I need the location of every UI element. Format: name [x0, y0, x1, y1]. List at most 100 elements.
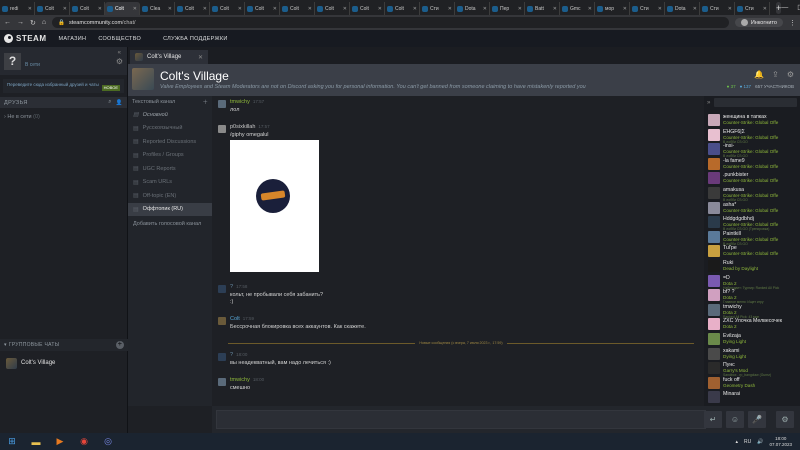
- member-item[interactable]: -la fame9 Counter-Strike: Global Offe: [708, 157, 800, 172]
- member-item[interactable]: =D Dota 2 Наблюдает: Турнир: Ranked All Pi…: [708, 274, 800, 290]
- media-player-icon[interactable]: ▶: [50, 434, 70, 449]
- message-author[interactable]: Colt: [230, 316, 240, 322]
- message-author[interactable]: p0sixkillah: [230, 124, 255, 130]
- collapse-icon[interactable]: «: [118, 50, 121, 56]
- message-avatar[interactable]: [218, 353, 226, 361]
- explorer-icon[interactable]: ▬: [26, 434, 46, 449]
- close-tab-icon[interactable]: ✕: [483, 6, 487, 12]
- browser-tab[interactable]: Colt ✕: [35, 2, 70, 15]
- member-item[interactable]: bf? ? Dota 2 Главное меню: Ищет игру: [708, 289, 800, 304]
- discord-icon[interactable]: ◎: [98, 434, 118, 449]
- add-friend-icon[interactable]: 👤: [116, 100, 123, 106]
- close-tab-icon[interactable]: ✕: [198, 54, 203, 61]
- chat-tab[interactable]: Colt's Village ✕: [130, 50, 208, 64]
- channel-item[interactable]: ▤ UGC Reports: [128, 162, 212, 176]
- close-tab-icon[interactable]: ✕: [378, 6, 382, 12]
- member-item[interactable]: ZXC Улочка Мелвесочек Dota 2: [708, 318, 800, 332]
- member-search-input[interactable]: [714, 98, 797, 107]
- language-indicator[interactable]: RU: [744, 439, 751, 445]
- channel-item[interactable]: ▤ Off-topic (EN): [128, 189, 212, 203]
- message-avatar[interactable]: [218, 317, 226, 325]
- browser-tab[interactable]: мор ✕: [595, 2, 630, 15]
- close-tab-icon[interactable]: ✕: [623, 6, 627, 12]
- member-item[interactable]: fuck off Geometry Dash: [708, 376, 800, 391]
- member-item[interactable]: -insi- Counter-Strike: Global Offe В лобби…: [708, 143, 800, 158]
- member-item[interactable]: tmwichy Dota 2 Ranked All Pick: 43 мин: [708, 303, 800, 319]
- channel-item[interactable]: ▤ Оффтопик (RU): [128, 202, 212, 216]
- browser-tab[interactable]: Сти ✕: [700, 2, 735, 15]
- close-tab-icon[interactable]: ✕: [63, 6, 67, 12]
- browser-tab[interactable]: Colt ✕: [70, 2, 105, 15]
- message-input[interactable]: [216, 410, 706, 429]
- browser-tab[interactable]: Colt ✕: [350, 2, 385, 15]
- browser-tab[interactable]: Colt ✕: [245, 2, 280, 15]
- close-tab-icon[interactable]: ✕: [28, 6, 32, 12]
- incognito-profile-button[interactable]: Инкогнито: [734, 18, 783, 27]
- browser-tab[interactable]: Colt ✕: [280, 2, 315, 15]
- close-tab-icon[interactable]: ✕: [448, 6, 452, 12]
- browser-tab[interactable]: redi ✕: [0, 2, 35, 15]
- message-author[interactable]: tmwichy: [230, 377, 250, 383]
- browser-tab[interactable]: Dota ✕: [665, 2, 700, 15]
- close-tab-icon[interactable]: ✕: [308, 6, 312, 12]
- close-tab-icon[interactable]: ✕: [98, 6, 102, 12]
- browser-tab[interactable]: Colt ✕: [315, 2, 350, 15]
- message-avatar[interactable]: [218, 378, 226, 386]
- message-avatar[interactable]: [218, 285, 226, 293]
- browser-tab[interactable]: Colt ✕: [210, 2, 245, 15]
- forward-icon[interactable]: →: [17, 19, 24, 26]
- close-tab-icon[interactable]: ✕: [133, 6, 137, 12]
- url-field[interactable]: 🔒 steamcommunity.com/chat/: [52, 17, 729, 28]
- settings-icon[interactable]: ⚙: [787, 70, 794, 79]
- clock[interactable]: 18:00 07.07.2023: [769, 436, 792, 448]
- volume-icon[interactable]: 🔊: [757, 439, 763, 445]
- chevron-down-icon[interactable]: ▾: [4, 342, 7, 348]
- member-item[interactable]: Hddgdgdbhdj Counter-Strike: Global Offe В …: [708, 216, 800, 231]
- promo-banner[interactable]: Переведите сюда избранный друзей и чаты …: [3, 79, 124, 93]
- member-item[interactable]: Evilzaja Dying Light: [708, 333, 800, 347]
- close-tab-icon[interactable]: ✕: [238, 6, 242, 12]
- add-group-chat-button[interactable]: +: [116, 341, 124, 349]
- close-tab-icon[interactable]: ✕: [588, 6, 592, 12]
- chrome-icon[interactable]: ◉: [74, 434, 94, 449]
- browser-tab[interactable]: Colt ✕: [385, 2, 420, 15]
- message-avatar[interactable]: [218, 125, 226, 133]
- group-chat-item[interactable]: Colt's Village: [0, 356, 128, 370]
- member-item[interactable]: Minarai: [708, 391, 800, 405]
- member-item[interactable]: Ruki Dead by Daylight: [708, 260, 800, 274]
- nav-store[interactable]: МАГАЗИН: [59, 36, 87, 42]
- user-status[interactable]: В сети: [25, 54, 112, 68]
- close-tab-icon[interactable]: ✕: [168, 6, 172, 12]
- member-item[interactable]: женщина в тапках Counter-Strike: Global O…: [708, 114, 800, 128]
- browser-tab[interactable]: Colt ✕: [175, 2, 210, 15]
- browser-tab[interactable]: Dota ✕: [455, 2, 490, 15]
- member-item[interactable]: .punkbister Counter-Strike: Global Offe: [708, 172, 800, 186]
- browser-tab[interactable]: Сти ✕: [735, 2, 770, 15]
- menu-icon[interactable]: ⋮: [789, 19, 796, 27]
- member-item[interactable]: Ε̄HGF6|Σ Counter-Strike: Global Offe В лоб…: [708, 128, 800, 144]
- emoticon-icon[interactable]: ☺: [726, 411, 744, 428]
- channel-item[interactable]: ▤ Основной: [128, 108, 212, 122]
- close-tab-icon[interactable]: ✕: [553, 6, 557, 12]
- message-avatar[interactable]: [218, 100, 226, 108]
- invite-icon[interactable]: ⇪: [772, 70, 779, 79]
- offline-group[interactable]: › Не в сети (0): [0, 108, 127, 126]
- browser-tab[interactable]: Batt ✕: [525, 2, 560, 15]
- start-icon[interactable]: ⊞: [2, 434, 22, 449]
- close-tab-icon[interactable]: ✕: [518, 6, 522, 12]
- home-icon[interactable]: ⌂: [42, 19, 46, 26]
- browser-tab[interactable]: Сти ✕: [420, 2, 455, 15]
- member-item[interactable]: Tul'pe Counter-Strike: Global Offe: [708, 245, 800, 259]
- user-avatar[interactable]: ?: [4, 52, 21, 70]
- reload-icon[interactable]: ↻: [30, 19, 36, 27]
- close-tab-icon[interactable]: ✕: [273, 6, 277, 12]
- add-voice-channel[interactable]: Добавить голосовой канал: [128, 216, 212, 232]
- message-author[interactable]: ?: [230, 352, 233, 358]
- steam-logo[interactable]: STEAM: [4, 34, 47, 43]
- close-tab-icon[interactable]: ✕: [693, 6, 697, 12]
- member-item[interactable]: amakusa Counter-Strike: Global Offe В лобб…: [708, 187, 800, 202]
- channel-item[interactable]: ▤ Scam URLs: [128, 176, 212, 190]
- close-tab-icon[interactable]: ✕: [413, 6, 417, 12]
- message-author[interactable]: ?: [230, 284, 233, 290]
- settings-gear-icon[interactable]: ⚙: [776, 411, 794, 428]
